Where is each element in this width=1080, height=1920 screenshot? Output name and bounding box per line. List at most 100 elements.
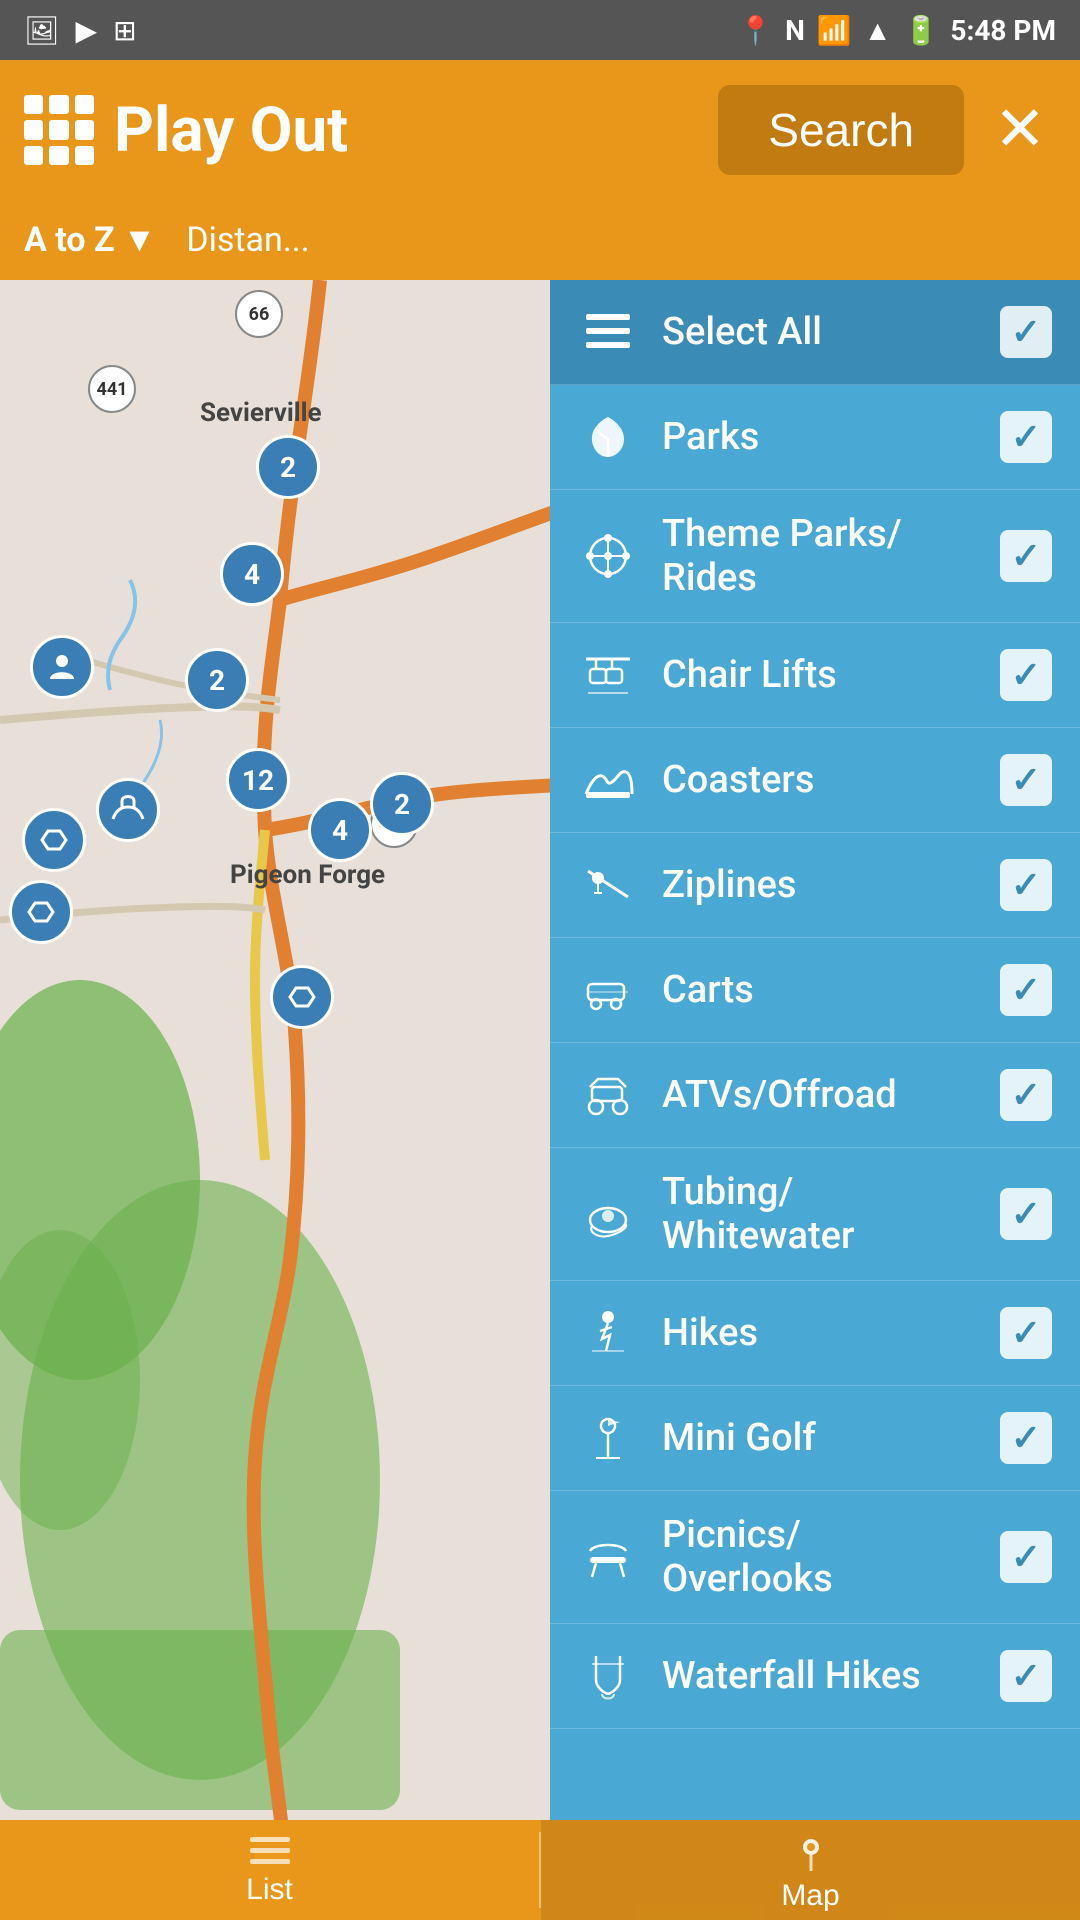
ziplines-label: Ziplines	[662, 863, 976, 907]
checkmark-icon: ✓	[1011, 311, 1041, 353]
signal-icon: ▲	[864, 14, 892, 47]
clock: 5:48 PM	[950, 14, 1056, 47]
map-pin-12[interactable]: 12	[226, 748, 290, 812]
squares-icon: ⊞	[113, 14, 136, 47]
chair-lifts-icon	[578, 645, 638, 705]
carts-icon	[578, 960, 638, 1020]
map-nav-label: Map	[781, 1879, 839, 1913]
dropdown-item-hikes[interactable]: Hikes ✓	[550, 1281, 1080, 1386]
parks-label: Parks	[662, 415, 976, 459]
dropdown-item-mini-golf[interactable]: Mini Golf ✓	[550, 1386, 1080, 1491]
hikes-checkbox[interactable]: ✓	[1000, 1307, 1052, 1359]
hikes-label: Hikes	[662, 1311, 976, 1355]
picnics-icon	[578, 1527, 638, 1587]
map-pin-2c[interactable]: 2	[370, 772, 434, 836]
dropdown-item-chair-lifts[interactable]: Chair Lifts ✓	[550, 623, 1080, 728]
highway-441: 441	[88, 365, 136, 413]
select-all-checkbox[interactable]: ✓	[1000, 306, 1052, 358]
checkmark-icon: ✓	[1011, 535, 1041, 577]
map-pin-4b[interactable]: 4	[308, 798, 372, 862]
battery-icon: 🔋	[904, 14, 939, 47]
mini-golf-label: Mini Golf	[662, 1416, 976, 1460]
ziplines-checkbox[interactable]: ✓	[1000, 859, 1052, 911]
map-nav-icon	[787, 1827, 835, 1875]
theme-parks-label: Theme Parks/ Rides	[662, 512, 976, 600]
bottom-navigation: List Map	[0, 1820, 1080, 1920]
mini-golf-icon	[578, 1408, 638, 1468]
dropdown-item-coasters[interactable]: Coasters✓	[550, 728, 1080, 833]
checkmark-icon: ✓	[1011, 1193, 1041, 1235]
dropdown-item-theme-parks[interactable]: Theme Parks/ Rides ✓	[550, 490, 1080, 623]
list-nav-item[interactable]: List	[0, 1820, 539, 1920]
carts-label: Carts	[662, 968, 976, 1012]
mini-golf-checkbox[interactable]: ✓	[1000, 1412, 1052, 1464]
select-all-icon	[578, 302, 638, 362]
location-icon: 📍	[738, 14, 773, 47]
tubing-checkbox[interactable]: ✓	[1000, 1188, 1052, 1240]
map-roads-svg	[0, 280, 560, 1820]
highway-66: 66	[235, 290, 283, 338]
atvs-checkbox[interactable]: ✓	[1000, 1069, 1052, 1121]
carts-checkbox[interactable]: ✓	[1000, 964, 1052, 1016]
map-nav-item[interactable]: Map	[541, 1820, 1080, 1920]
checkmark-icon: ✓	[1011, 1417, 1041, 1459]
app-header: Play Out Search ✕	[0, 60, 1080, 200]
map-pin-2b[interactable]: 2	[185, 648, 249, 712]
map-pin-icon-c[interactable]	[22, 808, 86, 872]
dropdown-item-select-all[interactable]: Select All ✓	[550, 280, 1080, 385]
nfc-icon: N	[785, 14, 805, 47]
select-all-label: Select All	[662, 310, 976, 354]
checkmark-icon: ✓	[1011, 1312, 1041, 1354]
checkmark-icon: ✓	[1011, 1655, 1041, 1697]
coasters-checkbox[interactable]: ✓	[1000, 754, 1052, 806]
status-icons-right: 📍 N 📶 ▲ 🔋 5:48 PM	[738, 14, 1056, 47]
city-sevierville: Sevierville	[200, 398, 322, 428]
map-pin-icon-e[interactable]	[9, 880, 73, 944]
grid-menu-icon[interactable]	[24, 95, 94, 165]
dropdown-item-tubing[interactable]: Tubing/ Whitewater ✓	[550, 1148, 1080, 1281]
close-button[interactable]: ✕	[984, 99, 1056, 161]
checkmark-icon: ✓	[1011, 1074, 1041, 1116]
status-bar: 🖼 ▶ ⊞ 📍 N 📶 ▲ 🔋 5:48 PM	[0, 0, 1080, 60]
app-title: Play Out	[114, 94, 698, 167]
waterfall-hikes-label: Waterfall Hikes	[662, 1654, 976, 1698]
parks-icon	[578, 407, 638, 467]
list-nav-label: List	[246, 1873, 293, 1907]
checkmark-icon: ✓	[1011, 864, 1041, 906]
atvs-icon	[578, 1065, 638, 1125]
dropdown-item-waterfall-hikes[interactable]: Waterfall Hikes ✓	[550, 1624, 1080, 1729]
sort-chevron-icon: ▼	[123, 220, 157, 260]
filter-bar: A to Z ▼ Distan...	[0, 200, 1080, 280]
list-icon	[246, 1833, 294, 1869]
picnics-checkbox[interactable]: ✓	[1000, 1531, 1052, 1583]
waterfall-hikes-icon	[578, 1646, 638, 1706]
checkmark-icon: ✓	[1011, 759, 1041, 801]
checkmark-icon: ✓	[1011, 1536, 1041, 1578]
checkmark-icon: ✓	[1011, 969, 1041, 1011]
chair-lifts-label: Chair Lifts	[662, 653, 976, 697]
dropdown-item-atvs[interactable]: ATVs/Offroad✓	[550, 1043, 1080, 1148]
map-pin-2a[interactable]: 2	[256, 435, 320, 499]
theme-parks-checkbox[interactable]: ✓	[1000, 530, 1052, 582]
map-pin-icon-a[interactable]	[30, 635, 94, 699]
dropdown-item-picnics[interactable]: Picnics/ Overlooks ✓	[550, 1491, 1080, 1624]
picnics-label: Picnics/ Overlooks	[662, 1513, 976, 1601]
checkmark-icon: ✓	[1011, 654, 1041, 696]
chair-lifts-checkbox[interactable]: ✓	[1000, 649, 1052, 701]
category-dropdown[interactable]: Select All✓Parks✓Theme Parks/ Rides✓Chai…	[550, 280, 1080, 1820]
city-pigeon-forge: Pigeon Forge	[230, 860, 385, 890]
sort-selector[interactable]: A to Z ▼	[24, 220, 156, 260]
map-pin-icon-b[interactable]	[96, 778, 160, 842]
hikes-icon	[578, 1303, 638, 1363]
tubing-label: Tubing/ Whitewater	[662, 1170, 976, 1258]
map-pin-icon-d[interactable]	[270, 965, 334, 1029]
dropdown-item-carts[interactable]: Carts ✓	[550, 938, 1080, 1043]
map-pin-4[interactable]: 4	[220, 542, 284, 606]
coasters-icon	[578, 750, 638, 810]
waterfall-hikes-checkbox[interactable]: ✓	[1000, 1650, 1052, 1702]
dropdown-item-parks[interactable]: Parks ✓	[550, 385, 1080, 490]
dropdown-item-ziplines[interactable]: Ziplines ✓	[550, 833, 1080, 938]
wifi-icon: 📶	[817, 14, 852, 47]
parks-checkbox[interactable]: ✓	[1000, 411, 1052, 463]
search-button[interactable]: Search	[718, 85, 964, 175]
